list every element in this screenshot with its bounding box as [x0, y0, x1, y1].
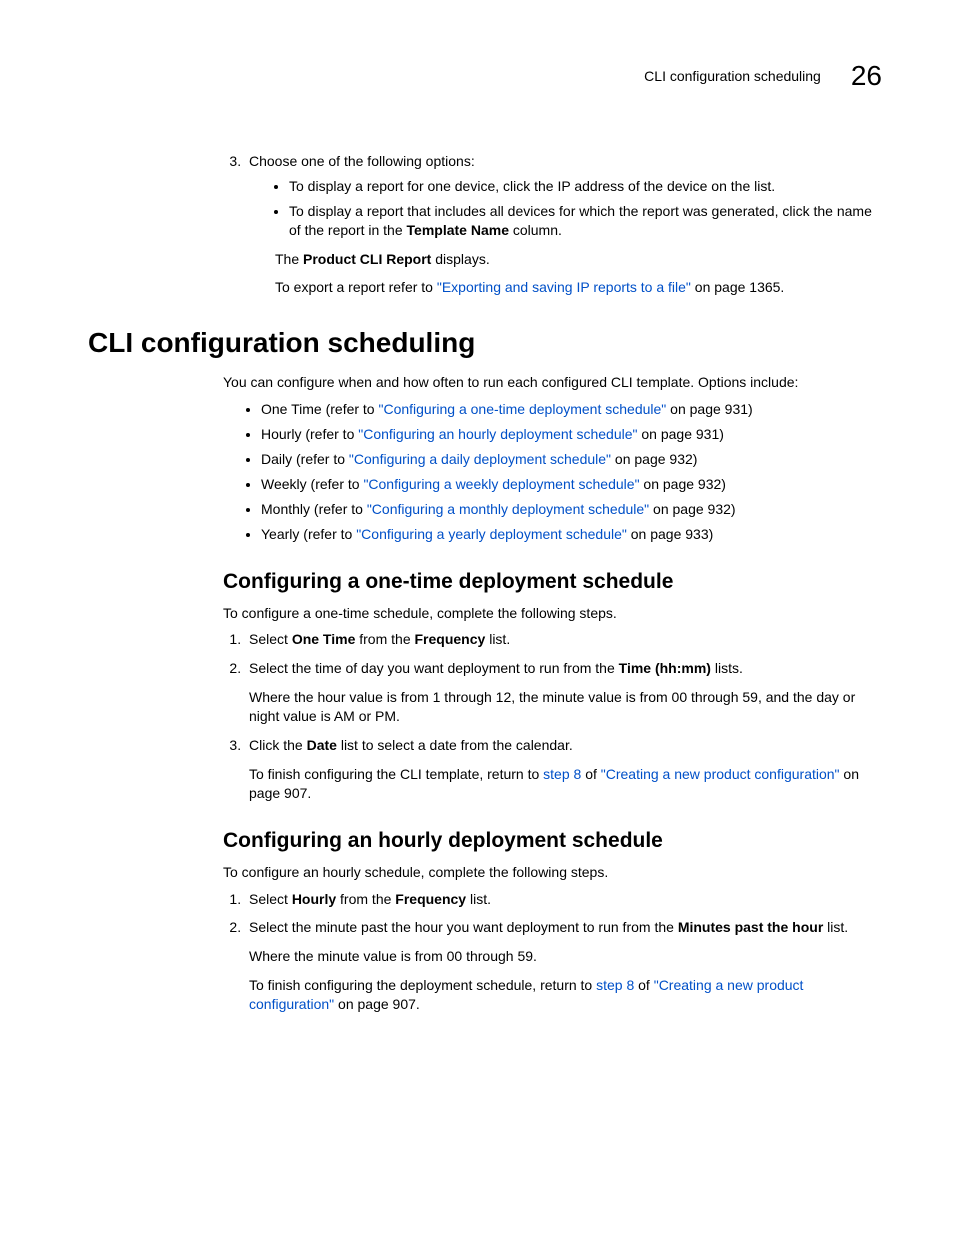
text-fragment: Select the minute past the hour you want…	[249, 919, 678, 935]
text-fragment: on page 907.	[334, 996, 420, 1012]
product-cli-report-label: Product CLI Report	[303, 251, 431, 267]
hourly-label: Hourly	[292, 891, 336, 907]
link-step-8[interactable]: step 8	[596, 977, 634, 993]
one-time-intro: To configure a one-time schedule, comple…	[223, 604, 882, 623]
option-all-devices: To display a report that includes all de…	[289, 202, 882, 240]
text-fragment: on page 932)	[640, 476, 726, 492]
opt-one-time: One Time (refer to "Configuring a one-ti…	[261, 400, 882, 419]
text-fragment: Yearly (refer to	[261, 526, 356, 542]
text-fragment: Select the time of day you want deployme…	[249, 660, 619, 676]
export-note: To export a report refer to "Exporting a…	[275, 278, 882, 297]
template-name-label: Template Name	[407, 222, 509, 238]
time-label: Time (hh:mm)	[619, 660, 711, 676]
one-time-label: One Time	[292, 631, 356, 647]
one-time-steps: Select One Time from the Frequency list.…	[223, 630, 882, 802]
ot-step-2-note: Where the hour value is from 1 through 1…	[249, 688, 882, 726]
h-step-2-finish: To finish configuring the deployment sch…	[249, 976, 882, 1014]
text-fragment: from the	[336, 891, 395, 907]
option-single-device: To display a report for one device, clic…	[289, 177, 882, 196]
text-fragment: One Time (refer to	[261, 401, 378, 417]
link-weekly[interactable]: "Configuring a weekly deployment schedul…	[363, 476, 639, 492]
ot-step-3-note: To finish configuring the CLI template, …	[249, 765, 882, 803]
text-fragment: list to select a date from the calendar.	[337, 737, 573, 753]
step-3: Choose one of the following options: To …	[245, 152, 882, 297]
text-fragment: Click the	[249, 737, 307, 753]
text-fragment: list.	[823, 919, 848, 935]
opt-monthly: Monthly (refer to "Configuring a monthly…	[261, 500, 882, 519]
text-fragment: lists.	[711, 660, 743, 676]
report-displays: The Product CLI Report displays.	[275, 250, 882, 269]
continued-steps: Choose one of the following options: To …	[223, 152, 882, 297]
page-header: CLI configuration scheduling 26	[88, 60, 882, 92]
link-daily[interactable]: "Configuring a daily deployment schedule…	[349, 451, 611, 467]
frequency-label: Frequency	[415, 631, 486, 647]
link-hourly[interactable]: "Configuring an hourly deployment schedu…	[358, 426, 637, 442]
text-fragment: displays.	[431, 251, 489, 267]
link-step-8[interactable]: step 8	[543, 766, 581, 782]
schedule-options-list: One Time (refer to "Configuring a one-ti…	[223, 400, 882, 543]
text-fragment: on page 931)	[666, 401, 752, 417]
frequency-label: Frequency	[395, 891, 466, 907]
text-fragment: Weekly (refer to	[261, 476, 363, 492]
text-fragment: Daily (refer to	[261, 451, 349, 467]
link-yearly[interactable]: "Configuring a yearly deployment schedul…	[356, 526, 627, 542]
text-fragment: To display a report that includes all de…	[289, 203, 872, 238]
text-fragment: on page 932)	[649, 501, 735, 517]
text-fragment: Monthly (refer to	[261, 501, 367, 517]
ot-step-1: Select One Time from the Frequency list.	[245, 630, 882, 649]
text-fragment: Hourly (refer to	[261, 426, 358, 442]
link-creating-product-config[interactable]: "Creating a new product configuration"	[601, 766, 840, 782]
date-label: Date	[307, 737, 337, 753]
scheduling-intro: You can configure when and how often to …	[223, 373, 882, 392]
text-fragment: Select	[249, 891, 292, 907]
text-fragment: on page 932)	[611, 451, 697, 467]
chapter-number: 26	[851, 60, 882, 92]
header-title: CLI configuration scheduling	[644, 68, 821, 84]
text-fragment: on page 931)	[637, 426, 723, 442]
text-fragment: on page 1365.	[691, 279, 784, 295]
h-step-1: Select Hourly from the Frequency list.	[245, 890, 882, 909]
text-fragment: on page 933)	[627, 526, 713, 542]
link-exporting-reports[interactable]: "Exporting and saving IP reports to a fi…	[437, 279, 691, 295]
text-fragment: The	[275, 251, 303, 267]
text-fragment: from the	[355, 631, 414, 647]
step-3-options: To display a report for one device, clic…	[249, 177, 882, 240]
link-one-time[interactable]: "Configuring a one-time deployment sched…	[378, 401, 666, 417]
text-fragment: To finish configuring the deployment sch…	[249, 977, 596, 993]
opt-yearly: Yearly (refer to "Configuring a yearly d…	[261, 525, 882, 544]
step-3-text: Choose one of the following options:	[249, 153, 475, 169]
minutes-past-label: Minutes past the hour	[678, 919, 823, 935]
hourly-intro: To configure an hourly schedule, complet…	[223, 863, 882, 882]
ot-step-3: Click the Date list to select a date fro…	[245, 736, 882, 803]
ot-step-2: Select the time of day you want deployme…	[245, 659, 882, 726]
hourly-steps: Select Hourly from the Frequency list. S…	[223, 890, 882, 1014]
heading-cli-scheduling: CLI configuration scheduling	[88, 327, 882, 359]
heading-one-time: Configuring a one-time deployment schedu…	[223, 570, 882, 594]
text-fragment: To export a report refer to	[275, 279, 437, 295]
text-fragment: list.	[485, 631, 510, 647]
h-step-2: Select the minute past the hour you want…	[245, 918, 882, 1014]
link-monthly[interactable]: "Configuring a monthly deployment schedu…	[367, 501, 649, 517]
text-fragment: column.	[509, 222, 562, 238]
text-fragment: Select	[249, 631, 292, 647]
opt-daily: Daily (refer to "Configuring a daily dep…	[261, 450, 882, 469]
heading-hourly: Configuring an hourly deployment schedul…	[223, 829, 882, 853]
opt-hourly: Hourly (refer to "Configuring an hourly …	[261, 425, 882, 444]
text-fragment: of	[581, 766, 600, 782]
text-fragment: of	[634, 977, 653, 993]
opt-weekly: Weekly (refer to "Configuring a weekly d…	[261, 475, 882, 494]
text-fragment: list.	[466, 891, 491, 907]
text-fragment: To finish configuring the CLI template, …	[249, 766, 543, 782]
h-step-2-note: Where the minute value is from 00 throug…	[249, 947, 882, 966]
